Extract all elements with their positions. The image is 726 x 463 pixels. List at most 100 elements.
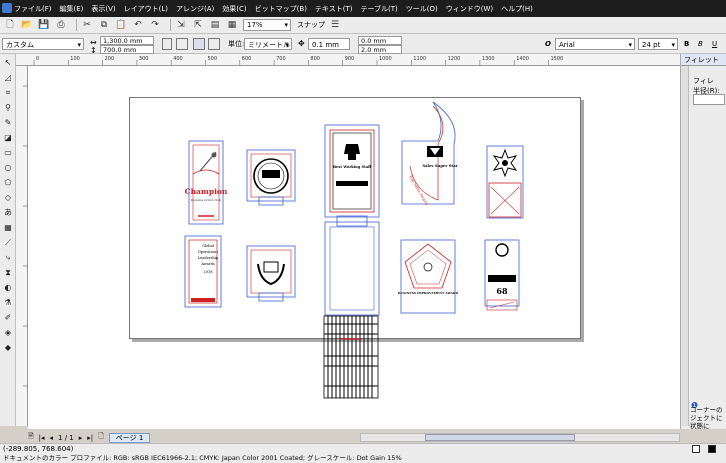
redo-icon[interactable]: ↷ bbox=[149, 19, 161, 31]
blend-tool-icon[interactable]: ⧗ bbox=[2, 267, 14, 279]
prev-page-icon[interactable]: ◂ bbox=[50, 434, 54, 442]
basic-shapes-icon[interactable]: ◇ bbox=[2, 192, 14, 204]
last-page-icon[interactable]: ▸| bbox=[87, 434, 93, 442]
menu-view[interactable]: 表示(V) bbox=[91, 4, 115, 14]
ellipse-tool-icon[interactable]: ○ bbox=[2, 162, 14, 174]
print-icon[interactable]: ⎙ bbox=[55, 19, 67, 31]
champion-subtitle: Karaoka Action Club bbox=[191, 198, 221, 202]
import-icon[interactable]: ⇲ bbox=[175, 19, 187, 31]
rectangle-tool-icon[interactable]: ▭ bbox=[2, 147, 14, 159]
font-family-select[interactable]: Arial bbox=[555, 38, 635, 51]
ruler-tick-label: 100 bbox=[70, 56, 80, 62]
italic-button[interactable]: B bbox=[698, 38, 703, 50]
best-staff-title: Best Working Staff bbox=[333, 165, 372, 169]
vertical-ruler[interactable] bbox=[16, 66, 28, 426]
page-height-value: 700.0 mm bbox=[103, 46, 137, 54]
horizontal-scrollbar[interactable] bbox=[360, 433, 680, 442]
fill-indicator-icon[interactable] bbox=[692, 445, 700, 453]
duplicate-y-field[interactable]: 2.0 mm bbox=[358, 45, 402, 54]
smart-fill-icon[interactable]: ◪ bbox=[2, 132, 14, 144]
radius-input[interactable] bbox=[693, 94, 725, 105]
connector-tool-icon[interactable]: ⤷ bbox=[2, 252, 14, 264]
cut-icon[interactable]: ✂ bbox=[81, 19, 93, 31]
page-tab-1[interactable]: ページ 1 bbox=[108, 432, 151, 443]
menu-file[interactable]: ファイル(F) bbox=[14, 4, 52, 14]
polygon-tool-icon[interactable]: ⬠ bbox=[2, 177, 14, 189]
interactive-fill-icon[interactable]: ◆ bbox=[2, 342, 14, 354]
menu-bitmaps[interactable]: ビットマップ(B) bbox=[255, 4, 307, 14]
outline-indicator-icon[interactable] bbox=[708, 445, 716, 453]
zoom-tool-icon[interactable]: ⚲ bbox=[2, 102, 14, 114]
page-height-field[interactable]: 700.0 mm bbox=[100, 45, 154, 54]
menu-effects[interactable]: 効果(C) bbox=[222, 4, 246, 14]
menu-help[interactable]: ヘルプ(H) bbox=[501, 4, 533, 14]
export-icon[interactable]: ⇱ bbox=[192, 19, 204, 31]
outline-tool-icon[interactable]: ✐ bbox=[2, 312, 14, 324]
next-page-icon[interactable]: ▸ bbox=[79, 434, 83, 442]
leadership-line-2: Operations bbox=[198, 250, 218, 254]
menu-window[interactable]: ウィンドウ(W) bbox=[446, 4, 493, 14]
duplicate-x-field[interactable]: 0.0 mm bbox=[358, 36, 402, 45]
page-width-field[interactable]: 1,300.0 mm bbox=[100, 36, 154, 45]
open-folder-icon[interactable]: 📂 bbox=[21, 19, 33, 31]
freehand-tool-icon[interactable]: ✎ bbox=[2, 117, 14, 129]
new-document-icon[interactable]: 🗋 bbox=[4, 19, 16, 31]
underline-button[interactable]: U bbox=[712, 38, 717, 50]
options-icon[interactable]: ☰ bbox=[329, 19, 341, 31]
snap-to-dropdown[interactable]: スナップ bbox=[297, 20, 325, 30]
number-plaque-art[interactable] bbox=[484, 239, 520, 311]
page-preset-select[interactable]: カスタム bbox=[2, 38, 84, 51]
current-page-button[interactable] bbox=[208, 38, 220, 50]
zoom-level-select[interactable]: 17% bbox=[243, 19, 291, 31]
docker-tab-fillet[interactable]: フィレット bbox=[681, 54, 726, 66]
eyedropper-tool-icon[interactable]: ⚗ bbox=[2, 297, 14, 309]
crop-tool-icon[interactable]: ⌗ bbox=[2, 87, 14, 99]
units-select[interactable]: ミリメートル bbox=[244, 38, 292, 51]
app-launcher-icon[interactable]: ▤ bbox=[209, 19, 221, 31]
fill-tool-icon[interactable]: ◈ bbox=[2, 327, 14, 339]
dimension-tool-icon[interactable]: ⟋ bbox=[2, 237, 14, 249]
business-award-art[interactable] bbox=[400, 239, 456, 314]
champion-trophy-art[interactable] bbox=[188, 140, 224, 225]
nudge-distance-field[interactable]: 0.1 mm bbox=[308, 38, 350, 50]
font-size-select[interactable]: 24 pt bbox=[638, 38, 678, 51]
snowflake-plaque-art[interactable] bbox=[486, 145, 524, 219]
laurel-plaque-art[interactable] bbox=[246, 245, 296, 302]
all-pages-button[interactable] bbox=[193, 38, 205, 50]
transparency-tool-icon[interactable]: ◐ bbox=[2, 282, 14, 294]
bold-button[interactable]: B bbox=[684, 38, 689, 50]
menu-edit[interactable]: 編集(E) bbox=[60, 4, 84, 14]
empty-frame-art[interactable] bbox=[324, 221, 380, 316]
round-plaque-art[interactable] bbox=[246, 149, 296, 206]
best-staff-plaque-art[interactable] bbox=[324, 124, 380, 227]
leadership-line-3: Leadership bbox=[198, 256, 219, 260]
menu-text[interactable]: テキスト(T) bbox=[315, 4, 353, 14]
copy-icon[interactable]: ⧉ bbox=[98, 19, 110, 31]
pick-tool-icon[interactable]: ↖ bbox=[2, 57, 14, 69]
menu-table[interactable]: テーブル(T) bbox=[360, 4, 397, 14]
menu-tools[interactable]: ツール(O) bbox=[406, 4, 438, 14]
table-tool-icon[interactable]: ▦ bbox=[2, 222, 14, 234]
scroll-thumb[interactable] bbox=[425, 434, 575, 441]
shape-tool-icon[interactable]: ◿ bbox=[2, 72, 14, 84]
undo-icon[interactable]: ↶ bbox=[132, 19, 144, 31]
add-page-icon[interactable]: 🗋 bbox=[98, 432, 104, 443]
sales-star-plaque-art[interactable] bbox=[401, 101, 456, 205]
drawing-canvas[interactable]: Champion Karaoka Action Club Best Workin… bbox=[28, 66, 680, 429]
paste-icon[interactable]: 📋 bbox=[115, 19, 127, 31]
striped-pattern-art[interactable] bbox=[323, 315, 379, 399]
horizontal-ruler[interactable]: 0 100 200 300 400 500 600 700 800 900 1000 1100 1200… bbox=[16, 54, 680, 66]
landscape-button[interactable] bbox=[176, 38, 188, 50]
portrait-button[interactable] bbox=[162, 38, 172, 50]
text-tool-icon[interactable]: あ bbox=[2, 207, 14, 219]
menu-arrange[interactable]: アレンジ(A) bbox=[176, 4, 214, 14]
welcome-screen-icon[interactable]: ▦ bbox=[226, 19, 238, 31]
sales-star-title: Sales Super Star bbox=[422, 163, 458, 168]
color-profile-text[interactable]: ドキュメントのカラー プロファイル: RGB: sRGB IEC61966-2.… bbox=[3, 454, 402, 462]
ruler-tick-label: 0 bbox=[36, 56, 39, 62]
first-page-icon[interactable]: |◂ bbox=[39, 434, 45, 442]
docker-tab-strip[interactable] bbox=[681, 66, 689, 426]
menu-layout[interactable]: レイアウト(L) bbox=[124, 4, 168, 14]
page-add-icon[interactable]: 🗎 bbox=[28, 432, 34, 443]
save-icon[interactable]: 💾 bbox=[38, 19, 50, 31]
